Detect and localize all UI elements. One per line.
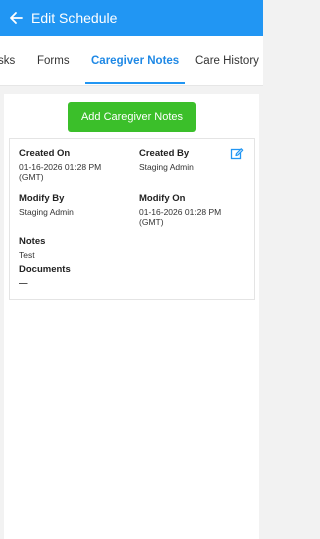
documents-value: —	[19, 278, 28, 288]
tab-forms[interactable]: Forms	[37, 36, 70, 85]
tab-bar: sks Forms Caregiver Notes Care History	[0, 36, 263, 86]
created-on-value: 01-16-2026 01:28 PM (GMT)	[19, 162, 102, 182]
tab-tasks[interactable]: sks	[0, 36, 15, 85]
modify-by-label: Modify By	[19, 193, 65, 204]
created-by-value: Staging Admin	[139, 162, 194, 172]
documents-label: Documents	[19, 264, 71, 275]
modify-on-label: Modify On	[139, 193, 186, 204]
edit-icon[interactable]	[230, 147, 244, 161]
active-tab-indicator	[85, 82, 185, 84]
page-title: Edit Schedule	[31, 10, 118, 26]
tab-caregiver-notes[interactable]: Caregiver Notes	[91, 36, 179, 85]
created-on-label: Created On	[19, 148, 71, 159]
modify-on-value: 01-16-2026 01:28 PM (GMT)	[139, 207, 222, 227]
notes-panel: Add Caregiver Notes Created On 01-16-202…	[4, 94, 259, 539]
modify-by-value: Staging Admin	[19, 207, 74, 217]
modify-by-field: Modify By Staging Admin	[19, 193, 137, 217]
content-area: Add Caregiver Notes Created On 01-16-202…	[0, 86, 263, 539]
notes-value: Test	[19, 250, 35, 260]
app-bar: Edit Schedule	[0, 0, 263, 36]
add-caregiver-notes-button[interactable]: Add Caregiver Notes	[68, 102, 196, 132]
created-on-field: Created On 01-16-2026 01:28 PM (GMT)	[19, 148, 137, 182]
notes-field: Notes Test	[19, 236, 137, 260]
modify-on-field: Modify On 01-16-2026 01:28 PM (GMT)	[139, 193, 257, 227]
documents-field: Documents —	[19, 264, 137, 288]
tab-care-history[interactable]: Care History	[195, 36, 259, 85]
note-card: Created On 01-16-2026 01:28 PM (GMT) Cre…	[9, 138, 255, 300]
notes-label: Notes	[19, 236, 46, 247]
arrow-left-icon[interactable]	[9, 11, 23, 25]
